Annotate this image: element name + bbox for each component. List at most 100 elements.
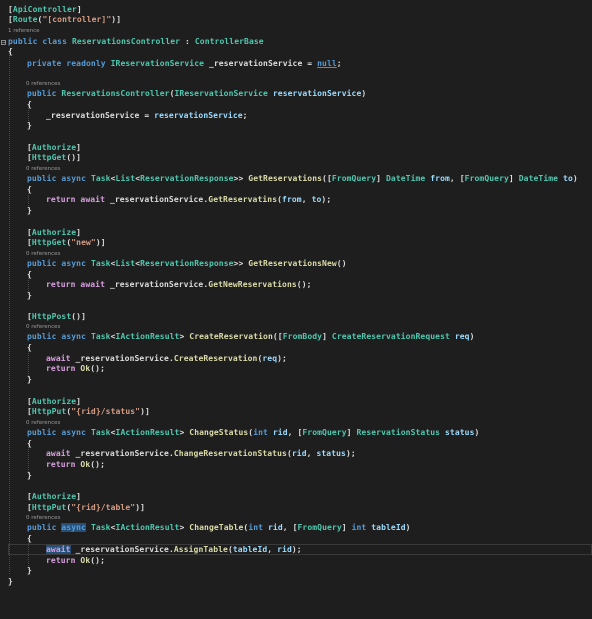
code-line[interactable]: [HttpPost()] — [27, 312, 86, 322]
keyword: async — [61, 174, 87, 183]
attribute-name: Authorize — [31, 143, 77, 152]
code-line[interactable]: await _reservationService.ChangeReservat… — [46, 449, 356, 459]
code-line[interactable]: await _reservationService.AssignTable(ta… — [46, 545, 302, 555]
code-line[interactable]: private readonly IReservationService _re… — [27, 59, 342, 69]
field-name: _reservationService — [208, 59, 303, 68]
type-name: List — [115, 259, 136, 268]
type-name: IActionResult — [115, 332, 180, 341]
operator: = — [139, 111, 155, 120]
keyword: readonly — [66, 59, 106, 68]
parameter-name: reservationService — [154, 111, 243, 120]
code-editor[interactable]: − [ApiController] [Route("[controller]")… — [0, 0, 592, 619]
attribute-name: Authorize — [31, 228, 77, 237]
code-line[interactable]: [Authorize] — [27, 397, 81, 407]
code-line[interactable]: public async Task<List<ReservationRespon… — [27, 259, 347, 269]
code-line[interactable]: [HttpPut("{rid}/table")] — [27, 503, 145, 513]
type-name: Task — [90, 174, 111, 183]
type-name: List — [115, 174, 136, 183]
keyword: return — [46, 280, 76, 289]
code-line[interactable]: } — [27, 121, 32, 131]
argument: rid — [291, 449, 307, 458]
codelens-references[interactable]: 0 references — [26, 419, 60, 427]
codelens-references[interactable]: 0 references — [26, 165, 60, 173]
codelens-references[interactable]: 0 references — [26, 250, 60, 258]
code-line[interactable]: { — [27, 534, 32, 544]
operator: = — [302, 59, 318, 68]
type-name: IReservationService — [174, 89, 268, 98]
type-name: Task — [90, 332, 111, 341]
keyword: await — [46, 354, 71, 363]
keyword: public — [27, 259, 57, 268]
code-line[interactable]: { — [27, 439, 32, 449]
attribute-name: Authorize — [31, 492, 77, 501]
string-literal: "new" — [71, 238, 96, 247]
keyword: await — [80, 195, 106, 204]
code-line[interactable]: return Ok(); — [46, 460, 105, 470]
code-line[interactable]: [HttpPut("{rid}/status")] — [27, 407, 150, 417]
code-line[interactable]: { — [27, 185, 32, 195]
code-line[interactable]: [HttpGet("new")] — [27, 238, 106, 248]
code-line[interactable]: public async Task<IActionResult> ChangeT… — [27, 523, 411, 533]
code-line[interactable]: [HttpGet()] — [27, 153, 81, 163]
code-line[interactable]: [Authorize] — [27, 143, 81, 153]
parameter-name: req — [454, 332, 470, 341]
code-line[interactable]: } — [27, 471, 32, 481]
code-line[interactable]: { — [8, 47, 13, 57]
brace: { — [27, 100, 32, 109]
keyword: int — [253, 428, 268, 437]
field-name: _reservationService — [75, 545, 169, 554]
parameter-name: from — [430, 174, 450, 183]
code-line[interactable]: return await _reservationService.GetRese… — [46, 195, 331, 205]
brace: } — [27, 471, 32, 480]
code-line[interactable]: } — [8, 577, 13, 587]
code-line[interactable]: return Ok(); — [46, 556, 105, 566]
type-name: ReservationResponse — [140, 259, 234, 268]
code-line[interactable]: } — [27, 375, 32, 385]
keyword: async — [61, 259, 87, 268]
code-line[interactable]: } — [27, 566, 32, 576]
field-name: _reservationService — [75, 449, 169, 458]
attribute-name: HttpGet — [31, 238, 67, 247]
code-line[interactable]: [Authorize] — [27, 492, 81, 502]
code-line[interactable]: _reservationService = reservationService… — [46, 111, 248, 121]
method-name: GetReservations — [248, 174, 323, 183]
keyword-highlighted: await — [46, 545, 71, 554]
argument: req — [262, 354, 278, 363]
keyword: public — [27, 174, 57, 183]
code-line[interactable]: await _reservationService.CreateReservat… — [46, 354, 287, 364]
code-line[interactable]: { — [27, 270, 32, 280]
type-name: Task — [90, 523, 111, 532]
codelens-references[interactable]: 0 references — [26, 323, 60, 331]
parameter-name: tableId — [371, 523, 406, 532]
code-line[interactable]: { — [27, 343, 32, 353]
code-line[interactable]: public ReservationsController(IReservati… — [27, 89, 366, 99]
code-line[interactable]: public async Task<IActionResult> ChangeS… — [27, 428, 479, 438]
code-line[interactable]: [Authorize] — [27, 228, 81, 238]
class-name: ReservationsController — [71, 37, 181, 46]
code-line[interactable]: public async Task<IActionResult> CreateR… — [27, 332, 475, 342]
type-name: IActionResult — [115, 428, 180, 437]
code-line[interactable]: [ApiController] — [8, 5, 82, 15]
method-call: GetNewReservations — [208, 280, 297, 289]
code-line[interactable]: return await _reservationService.GetNewR… — [46, 280, 312, 290]
code-line[interactable]: public class ReservationsController : Co… — [8, 37, 264, 47]
brace: { — [27, 439, 32, 448]
keyword: await — [46, 449, 71, 458]
null-literal: null — [317, 59, 337, 68]
code-line[interactable]: } — [27, 291, 32, 301]
keyword: return — [46, 556, 76, 565]
code-line[interactable]: [Route("[controller]")] — [8, 15, 121, 25]
codelens-references[interactable]: 0 references — [26, 514, 60, 522]
method-call: ChangeReservationStatus — [173, 449, 287, 458]
code-line[interactable]: public async Task<List<ReservationRespon… — [27, 174, 578, 184]
code-line[interactable]: } — [27, 206, 32, 216]
string-literal: "{rid}/table" — [71, 503, 136, 512]
codelens-references[interactable]: 1 reference — [8, 27, 40, 35]
punctuation: ; — [336, 59, 342, 68]
code-line[interactable]: return Ok(); — [46, 364, 105, 374]
code-line[interactable]: { — [27, 100, 32, 110]
codelens-references[interactable]: 0 references — [26, 80, 60, 88]
fold-toggle-icon[interactable]: − — [1, 40, 6, 46]
string-literal: "[controller]" — [42, 15, 112, 24]
method-call: Ok — [80, 364, 91, 373]
